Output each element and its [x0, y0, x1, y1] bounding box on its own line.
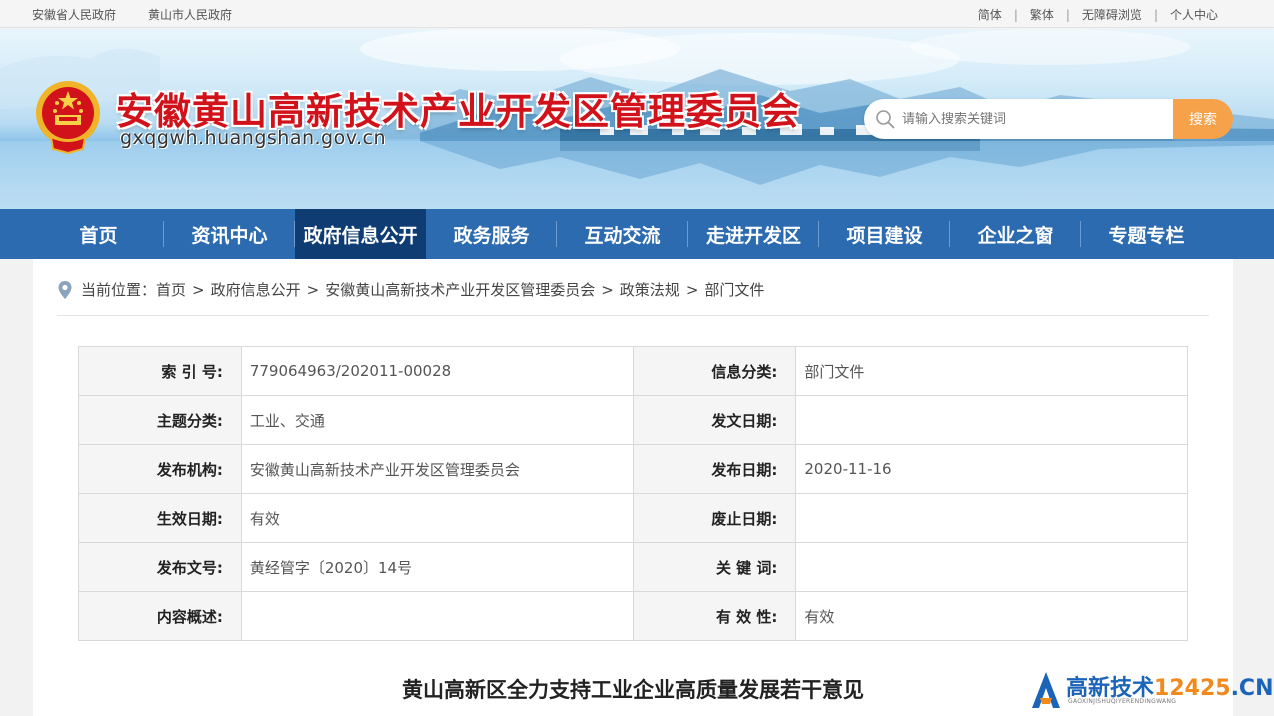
breadcrumb-separator: > — [601, 280, 614, 299]
site-domain: gxqgwh.huangshan.gov.cn — [120, 127, 387, 149]
meta-value — [795, 395, 1188, 445]
nav-item-projects[interactable]: 项目建设 — [819, 209, 950, 259]
watermark-subtitle: GAOXINJISHUQIYERENDINGWANG — [1068, 698, 1177, 705]
breadcrumb-separator: > — [192, 280, 205, 299]
national-emblem-icon — [36, 81, 100, 155]
site-watermark: 高新技术12425.CN GAOXINJISHUQIYERENDINGWANG — [1026, 664, 1274, 716]
breadcrumb-prefix: 当前位置： — [81, 281, 157, 299]
meta-label: 发布日期: — [632, 444, 797, 494]
top-right-links: 简体 | 繁体 | 无障碍浏览 | 个人中心 — [978, 6, 1218, 23]
meta-value — [240, 591, 634, 641]
meta-value: 2020-11-16 — [795, 444, 1188, 494]
divider — [57, 315, 1209, 316]
breadcrumb-committee[interactable]: 安徽黄山高新技术产业开发区管理委员会 — [325, 279, 595, 300]
link-anhui-gov[interactable]: 安徽省人民政府 — [32, 6, 116, 23]
breadcrumb-home[interactable]: 首页 — [156, 279, 186, 300]
nav-item-about-zone[interactable]: 走进开发区 — [688, 209, 819, 259]
nav-item-gov-services[interactable]: 政务服务 — [426, 209, 557, 259]
search-box — [864, 99, 1174, 139]
meta-label: 发布文号: — [78, 542, 242, 592]
breadcrumb: 当前位置： 首页 > 政府信息公开 > 安徽黄山高新技术产业开发区管理委员会 >… — [57, 279, 764, 300]
meta-label: 废止日期: — [632, 493, 797, 543]
top-left-links: 安徽省人民政府 黄山市人民政府 — [32, 6, 232, 23]
meta-value: 部门文件 — [795, 346, 1188, 396]
top-bar: 安徽省人民政府 黄山市人民政府 简体 | 繁体 | 无障碍浏览 | 个人中心 — [0, 0, 1274, 28]
link-huangshan-gov[interactable]: 黄山市人民政府 — [148, 6, 232, 23]
meta-value: 黄经管字〔2020〕14号 — [240, 542, 634, 592]
search-icon — [876, 110, 895, 129]
meta-label: 信息分类: — [632, 346, 797, 396]
separator: | — [1153, 7, 1158, 22]
meta-label: 关 键 词: — [632, 542, 797, 592]
link-traditional[interactable]: 繁体 — [1030, 6, 1054, 23]
content-panel: 当前位置： 首页 > 政府信息公开 > 安徽黄山高新技术产业开发区管理委员会 >… — [33, 259, 1233, 716]
table-row: 主题分类: 工业、交通 发文日期: — [78, 395, 1188, 445]
table-row: 发布机构: 安徽黄山高新技术产业开发区管理委员会 发布日期: 2020-11-1… — [78, 444, 1188, 494]
meta-value: 工业、交通 — [240, 395, 634, 445]
meta-value: 有效 — [240, 493, 634, 543]
nav-item-home[interactable]: 首页 — [33, 209, 164, 259]
meta-value — [795, 542, 1188, 592]
meta-label: 主题分类: — [78, 395, 242, 445]
breadcrumb-separator: > — [685, 280, 699, 299]
separator: | — [1013, 7, 1018, 22]
location-pin-icon — [58, 280, 72, 299]
breadcrumb-dept-docs[interactable]: 部门文件 — [704, 279, 764, 300]
link-accessibility[interactable]: 无障碍浏览 — [1082, 6, 1142, 23]
nav-item-gov-info-disclosure[interactable]: 政府信息公开 — [295, 209, 426, 259]
meta-value — [795, 493, 1188, 543]
breadcrumb-separator: > — [306, 280, 320, 299]
meta-label: 发布机构: — [78, 444, 242, 494]
table-row: 生效日期: 有效 废止日期: — [78, 493, 1188, 543]
meta-value: 安徽黄山高新技术产业开发区管理委员会 — [240, 444, 634, 494]
watermark-suffix: .CN — [1230, 676, 1274, 701]
document-meta-table: 索 引 号: 779064963/202011-00028 信息分类: 部门文件… — [78, 346, 1188, 641]
nav-item-news-center[interactable]: 资讯中心 — [164, 209, 295, 259]
meta-label: 发文日期: — [632, 395, 797, 445]
search-button[interactable]: 搜索 — [1173, 99, 1233, 139]
nav-item-special-topics[interactable]: 专题专栏 — [1081, 209, 1212, 259]
meta-label: 生效日期: — [78, 493, 242, 543]
meta-label: 有 效 性: — [632, 591, 797, 641]
meta-value: 779064963/202011-00028 — [240, 346, 634, 396]
breadcrumb-policy[interactable]: 政策法规 — [620, 279, 680, 300]
link-personal-center[interactable]: 个人中心 — [1170, 6, 1218, 23]
table-row: 索 引 号: 779064963/202011-00028 信息分类: 部门文件 — [78, 346, 1188, 396]
separator: | — [1065, 7, 1070, 22]
watermark-logo-icon — [1032, 672, 1060, 708]
meta-label: 内容概述: — [78, 591, 242, 641]
meta-value: 有效 — [795, 591, 1188, 641]
meta-label: 索 引 号: — [78, 346, 242, 396]
header-banner: 安徽黄山高新技术产业开发区管理委员会 gxqgwh.huangshan.gov.… — [0, 29, 1274, 209]
table-row: 发布文号: 黄经管字〔2020〕14号 关 键 词: — [78, 542, 1188, 592]
main-nav: 首页 资讯中心 政府信息公开 政务服务 互动交流 走进开发区 项目建设 企业之窗… — [0, 209, 1274, 259]
nav-item-enterprise[interactable]: 企业之窗 — [950, 209, 1081, 259]
breadcrumb-gov-info[interactable]: 政府信息公开 — [211, 279, 301, 300]
search-input[interactable] — [902, 111, 1162, 127]
nav-item-interaction[interactable]: 互动交流 — [557, 209, 688, 259]
link-simplified[interactable]: 简体 — [978, 6, 1002, 23]
table-row: 内容概述: 有 效 性: 有效 — [78, 591, 1188, 641]
